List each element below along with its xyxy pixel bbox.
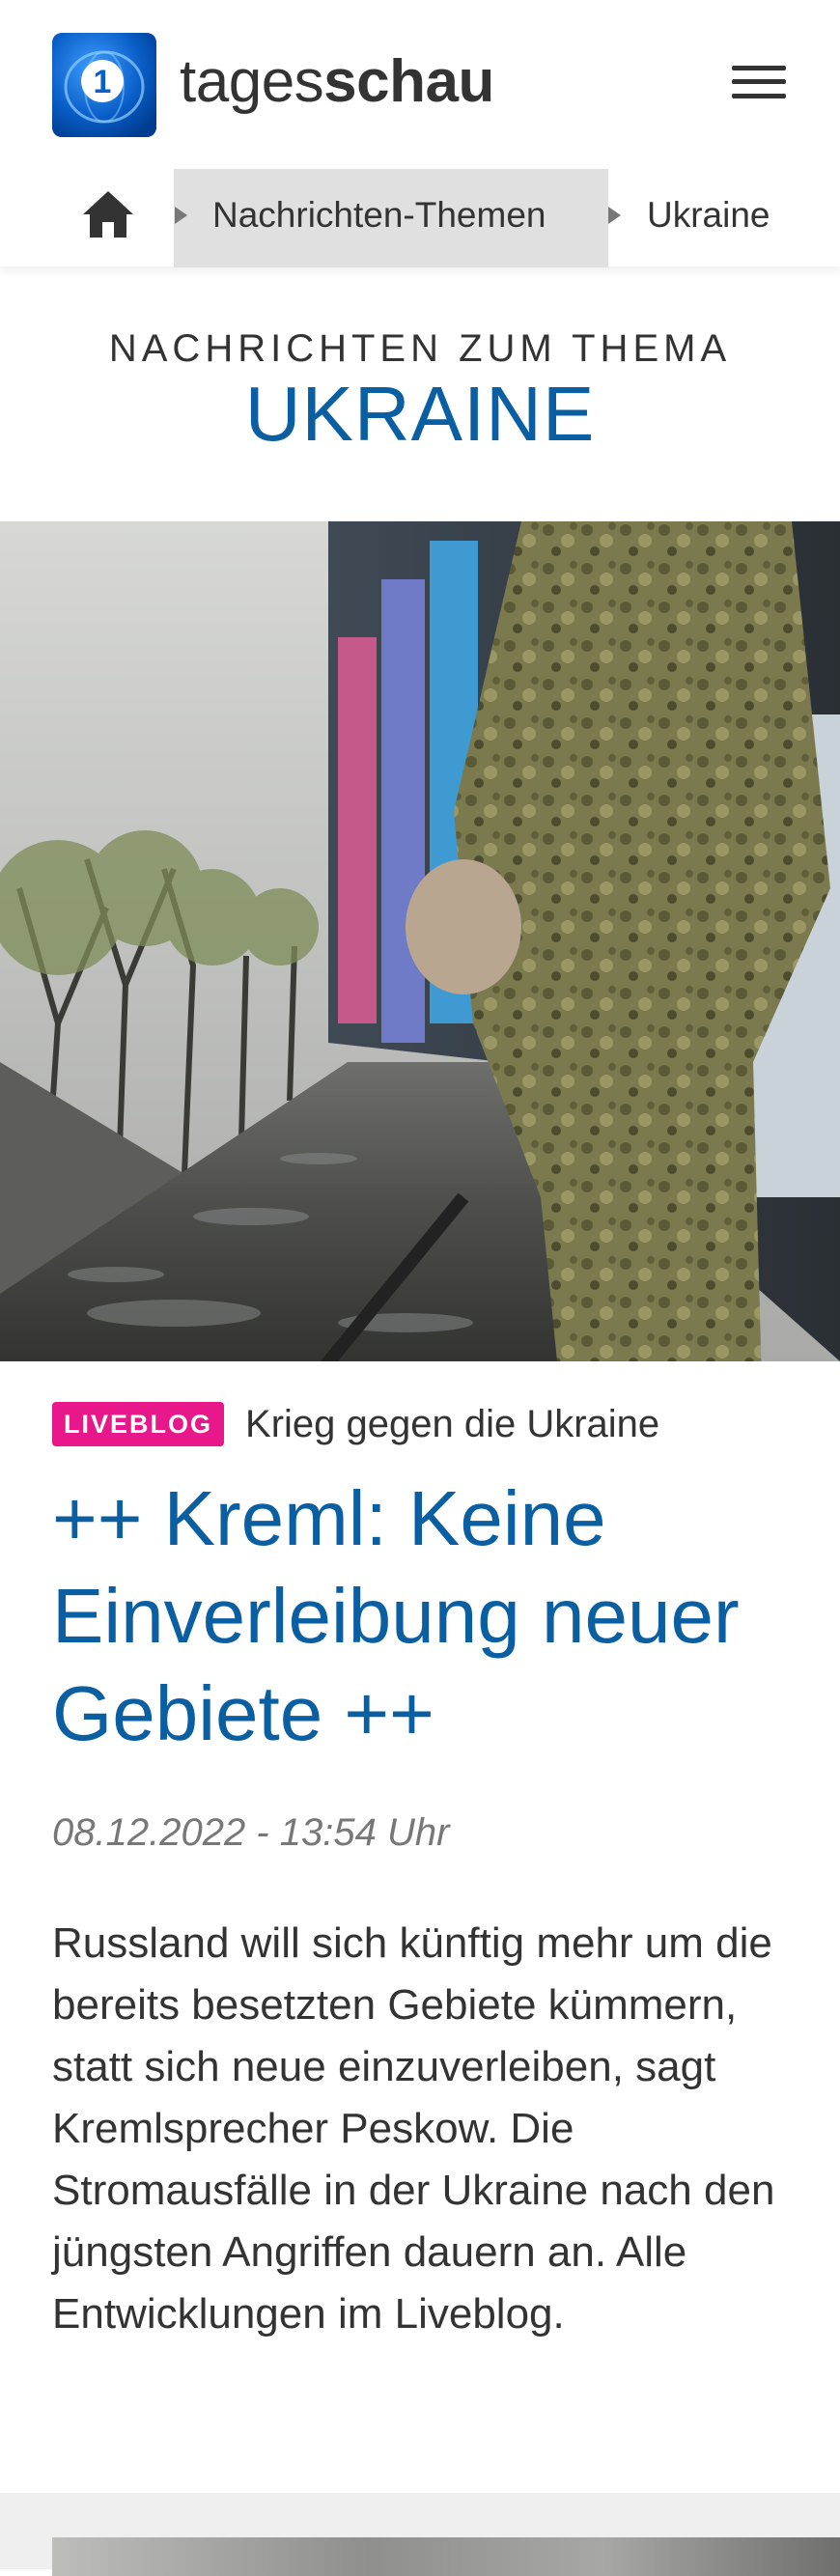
next-teaser-image[interactable] <box>52 2537 840 2576</box>
breadcrumb-item-nachrichten-themen[interactable]: Nachrichten-Themen <box>212 164 546 266</box>
breadcrumb: Nachrichten-Themen Ukraine <box>0 164 840 267</box>
breadcrumb-item-ukraine[interactable]: Ukraine <box>647 164 770 266</box>
breadcrumb-separator-icon <box>608 207 621 224</box>
teaser-topline: Krieg gegen die Ukraine <box>245 1402 660 1445</box>
breadcrumb-separator-icon <box>175 207 187 224</box>
liveblog-badge: LIVEBLOG <box>52 1402 225 1446</box>
teaser-shorttext: Russland will sich künftig mehr um die b… <box>52 1919 775 2338</box>
teaser-meta: LIVEBLOG Krieg gegen die Ukraine <box>52 1400 788 1448</box>
site-brand[interactable]: tagesschau <box>180 48 494 116</box>
home-icon[interactable] <box>81 187 135 241</box>
brand-bold: schau <box>323 48 494 115</box>
hamburger-menu-icon[interactable] <box>730 60 788 104</box>
topic-subtitle: NACHRICHTEN ZUM THEMA <box>108 327 732 370</box>
teaser-image[interactable] <box>0 521 840 1361</box>
teaser-headline[interactable]: ++ Kreml: Keine Einverleibung neuer Gebi… <box>52 1470 788 1762</box>
topic-heading: NACHRICHTEN ZUM THEMA UKRAINE <box>0 266 840 521</box>
next-teaser-strip <box>0 2493 840 2576</box>
tagesschau-logo-icon[interactable]: 1 <box>52 33 156 137</box>
brand-light: tages <box>180 48 324 115</box>
topic-title: UKRAINE <box>244 371 596 457</box>
teaser-date: 08.12.2022 - 13:54 Uhr <box>52 1811 450 1854</box>
teaser[interactable]: LIVEBLOG Krieg gegen die Ukraine ++ Krem… <box>0 1400 840 2345</box>
svg-text:1: 1 <box>94 64 112 100</box>
site-header: 1 tagesschau <box>0 0 840 164</box>
